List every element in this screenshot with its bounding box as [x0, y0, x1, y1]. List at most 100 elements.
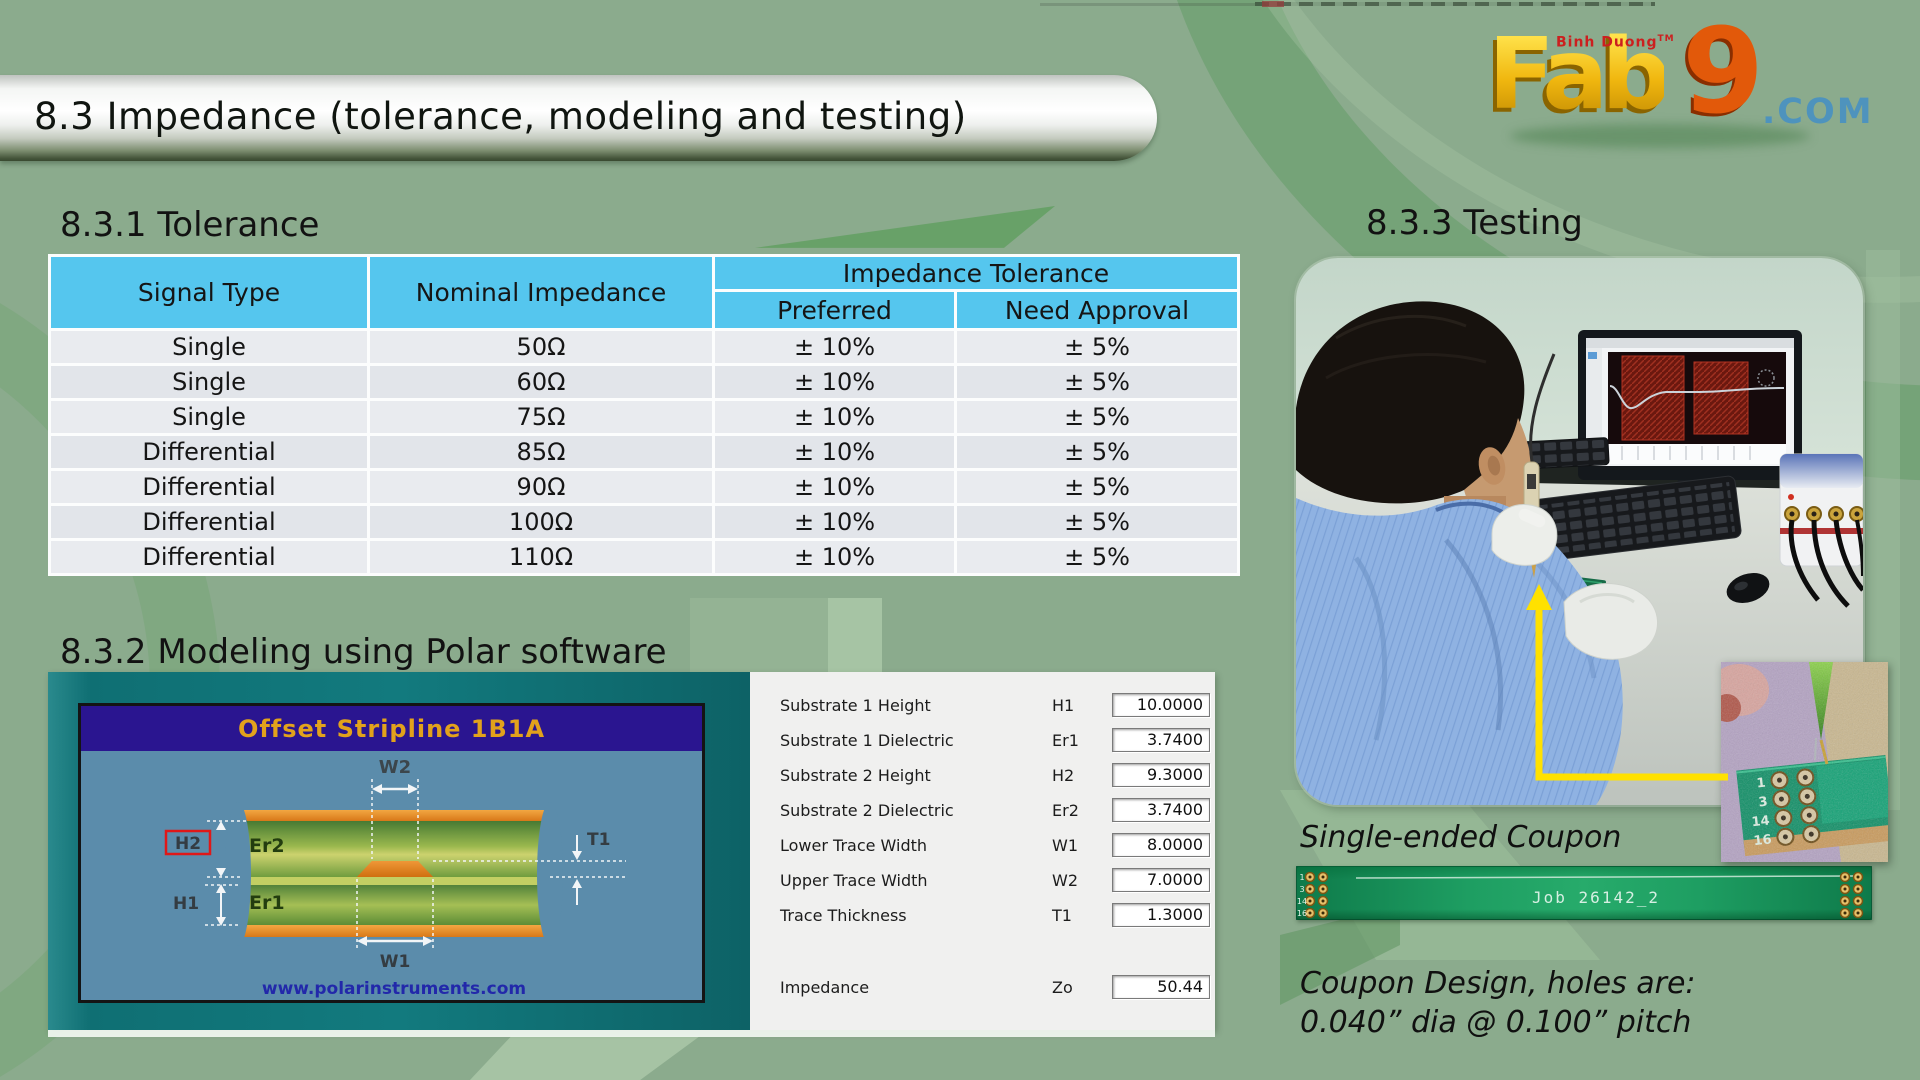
table-row: Single60Ω± 10%± 5%	[50, 365, 1239, 400]
cell-approval: ± 5%	[956, 400, 1239, 435]
slide-root: 8.3 Impedance (tolerance, modeling and t…	[0, 0, 1920, 1080]
logo-com-text: .COM	[1762, 92, 1874, 132]
table-row: Differential85Ω± 10%± 5%	[50, 435, 1239, 470]
field-symbol: W1	[1052, 836, 1078, 855]
field-label: Impedance	[780, 978, 869, 997]
cell-preferred: ± 10%	[714, 540, 956, 575]
label-w2: W2	[379, 757, 411, 778]
design-note-line1: Coupon Design, holes are:	[1300, 964, 1696, 1003]
w1-input[interactable]: 8.0000	[1112, 833, 1210, 857]
field-label: Upper Trace Width	[780, 871, 928, 890]
field-label: Lower Trace Width	[780, 836, 927, 855]
stripline-diagram: W2 H2 H1 Er2	[81, 751, 702, 1000]
field-symbol: W2	[1052, 871, 1078, 890]
col-header-preferred: Preferred	[714, 291, 956, 330]
design-note-line2: 0.040” dia @ 0.100” pitch	[1300, 1003, 1696, 1042]
stripline-diagram-panel: Offset Stripline 1B1A	[78, 703, 705, 1003]
field-symbol: Er2	[1052, 801, 1079, 820]
top-edge-artifact-red	[1262, 1, 1284, 7]
form-row: Upper Trace Width W2 7.0000	[750, 868, 1215, 894]
heading-testing: 8.3.3 Testing	[1366, 203, 1583, 243]
field-symbol: H1	[1052, 696, 1074, 715]
field-symbol: H2	[1052, 766, 1074, 785]
field-label: Substrate 1 Dielectric	[780, 731, 954, 750]
field-symbol: Zo	[1052, 978, 1073, 997]
field-label: Trace Thickness	[780, 906, 907, 925]
coupon-pin-number: 1	[1299, 873, 1304, 882]
col-header-need-approval: Need Approval	[956, 291, 1239, 330]
cell-approval: ± 5%	[956, 540, 1239, 575]
coupon-caption: Single-ended Coupon	[1300, 820, 1621, 855]
cell-preferred: ± 10%	[714, 435, 956, 470]
cell-impedance: 85Ω	[369, 435, 714, 470]
col-header-impedance-tolerance: Impedance Tolerance	[714, 256, 1239, 291]
cell-signal: Single	[50, 330, 369, 365]
field-symbol: Er1	[1052, 731, 1079, 750]
cell-impedance: 100Ω	[369, 505, 714, 540]
cell-preferred: ± 10%	[714, 365, 956, 400]
swoosh-bottom-wedge	[470, 1036, 700, 1080]
field-symbol: T1	[1052, 906, 1072, 925]
table-row: Single50Ω± 10%± 5%	[50, 330, 1239, 365]
instrument-led	[1788, 494, 1794, 500]
top-copper-plane	[238, 810, 550, 821]
label-h2: H2	[175, 834, 201, 854]
swoosh-wedge-near-table	[755, 206, 1055, 252]
er1-input[interactable]: 3.7400	[1112, 728, 1210, 752]
bottom-copper-plane	[238, 925, 550, 937]
slide-title-bar: 8.3 Impedance (tolerance, modeling and t…	[0, 75, 1157, 161]
form-row: Trace Thickness T1 1.3000	[750, 903, 1215, 929]
coupon-pin-number: 14	[1297, 897, 1307, 906]
t1-input[interactable]: 1.3000	[1112, 903, 1210, 927]
polar-software-screenshot: Offset Stripline 1B1A	[48, 672, 1215, 1030]
cell-preferred: ± 10%	[714, 330, 956, 365]
right-edge-curve	[537, 802, 563, 946]
cell-preferred: ± 10%	[714, 470, 956, 505]
heading-modeling: 8.3.2 Modeling using Polar software	[60, 632, 667, 672]
stripline-diagram-titlebar: Offset Stripline 1B1A	[81, 706, 702, 751]
polar-website-link[interactable]: www.polarinstruments.com	[262, 979, 526, 999]
label-t1: T1	[587, 830, 610, 850]
h1-input[interactable]: 10.0000	[1112, 693, 1210, 717]
probe-closeup-scene: 1 3 14 16	[1721, 662, 1888, 862]
single-ended-coupon: Job 26142_2 1 3 14 16	[1296, 866, 1872, 920]
coupon-strip-graphic: Job 26142_2 1 3 14 16	[1296, 866, 1872, 920]
inset-grain	[1721, 662, 1888, 862]
label-w1: W1	[380, 952, 411, 972]
cell-signal: Single	[50, 365, 369, 400]
cell-impedance: 60Ω	[369, 365, 714, 400]
cell-signal: Differential	[50, 470, 369, 505]
cell-impedance: 90Ω	[369, 470, 714, 505]
swoosh-band-below-table-soft	[690, 598, 828, 676]
cell-signal: Single	[50, 400, 369, 435]
er2-input[interactable]: 3.7400	[1112, 798, 1210, 822]
table-row: Differential110Ω± 10%± 5%	[50, 540, 1239, 575]
form-row: Substrate 1 HeightH110.0000	[750, 693, 1215, 719]
zo-input[interactable]: 50.44	[1112, 975, 1210, 999]
cell-approval: ± 5%	[956, 505, 1239, 540]
probe-closeup-inset: 1 3 14 16	[1721, 662, 1888, 862]
form-row: Lower Trace Width W1 8.0000	[750, 833, 1215, 859]
coupon-pin-number: 3	[1299, 885, 1304, 894]
cell-approval: ± 5%	[956, 330, 1239, 365]
cell-signal: Differential	[50, 435, 369, 470]
h2-input[interactable]: 9.3000	[1112, 763, 1210, 787]
cell-preferred: ± 10%	[714, 400, 956, 435]
glove-left	[1492, 504, 1557, 565]
tolerance-table: Signal Type Nominal Impedance Impedance …	[48, 254, 1240, 576]
label-er1: Er1	[249, 892, 285, 914]
cell-approval: ± 5%	[956, 470, 1239, 505]
table-row: Single75Ω± 10%± 5%	[50, 400, 1239, 435]
form-row: Substrate 1 Dielectric Er1 3.7400	[750, 728, 1215, 754]
cell-impedance: 50Ω	[369, 330, 714, 365]
w2-input[interactable]: 7.0000	[1112, 868, 1210, 892]
substrate-1-er1	[238, 885, 550, 925]
glove-right	[1564, 584, 1658, 660]
logo-nine-text: 9	[1682, 12, 1764, 130]
coupon-job-text: Job 26142_2	[1532, 888, 1660, 907]
substrate-boundary	[238, 877, 550, 885]
fab9-logo: Fab 9 .COM Binh DuongTM	[1470, 6, 1920, 156]
col-header-signal-type: Signal Type	[50, 256, 369, 330]
table-row: Differential100Ω± 10%± 5%	[50, 505, 1239, 540]
field-label: Substrate 2 Dielectric	[780, 801, 954, 820]
